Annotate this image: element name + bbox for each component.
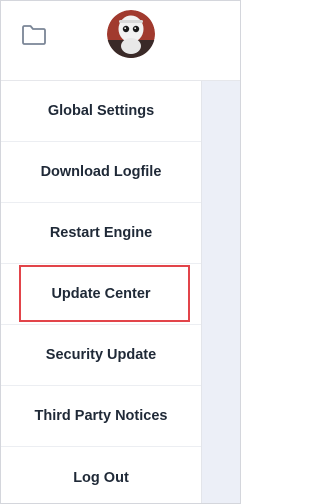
menu-item-restart-engine[interactable]: Restart Engine	[1, 203, 201, 264]
menu-item-download-logfile[interactable]: Download Logfile	[1, 142, 201, 203]
settings-menu: Global Settings Download Logfile Restart…	[1, 81, 202, 503]
side-panel	[202, 81, 240, 503]
menu-item-log-out[interactable]: Log Out	[1, 447, 201, 503]
folder-icon-graphic	[22, 25, 46, 45]
menu-item-global-settings[interactable]: Global Settings	[1, 81, 201, 142]
robot-avatar-icon	[107, 10, 155, 58]
folder-icon[interactable]	[21, 24, 47, 46]
menu-item-third-party-notices[interactable]: Third Party Notices	[1, 386, 201, 447]
user-avatar[interactable]	[107, 10, 155, 58]
app-window: Global Settings Download Logfile Restart…	[0, 0, 241, 504]
top-bar	[1, 1, 240, 81]
menu-item-security-update[interactable]: Security Update	[1, 325, 201, 386]
menu-item-update-center[interactable]: Update Center	[1, 264, 201, 325]
